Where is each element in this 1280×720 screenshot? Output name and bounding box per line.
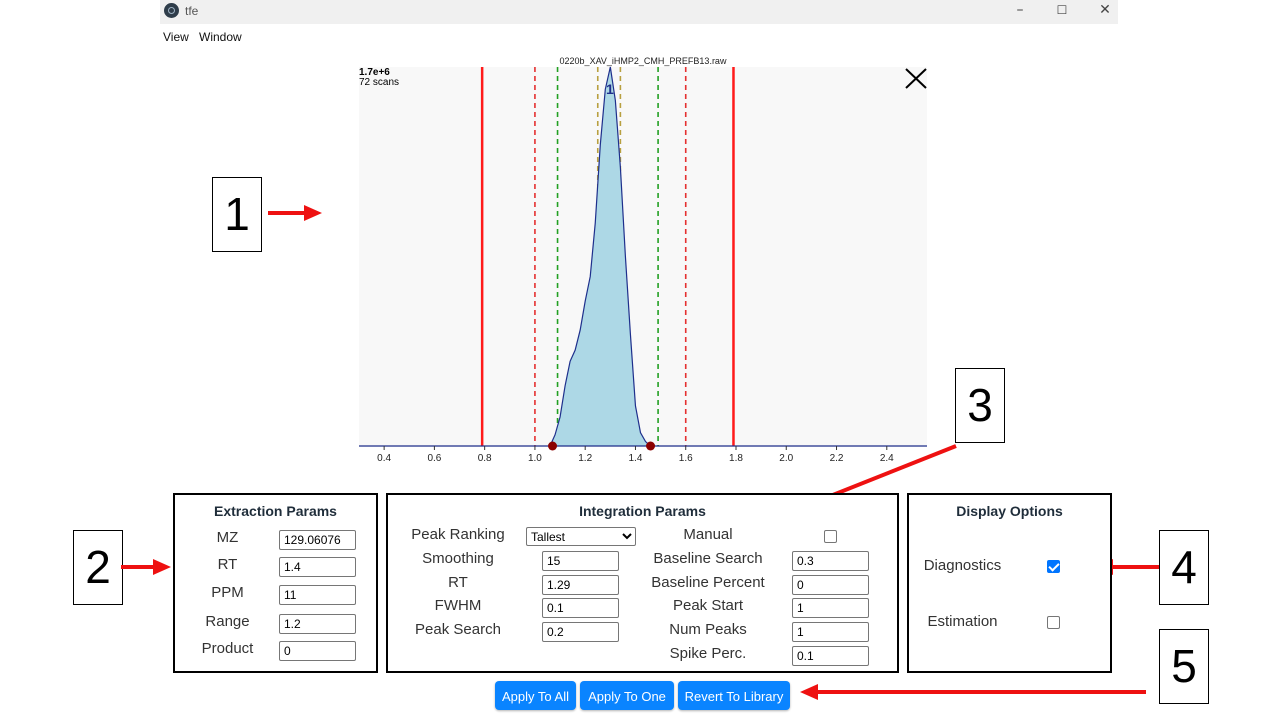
close-icon[interactable]: [900, 66, 930, 92]
baseline-percent-input[interactable]: [792, 575, 869, 595]
integration-rt-label: RT: [448, 574, 468, 591]
callout-3: 3: [955, 368, 1005, 443]
peak-boundary-marker: [548, 441, 558, 451]
fwhm-label: FWHM: [434, 597, 482, 614]
peak-start-input[interactable]: [792, 598, 869, 618]
range-input[interactable]: [279, 614, 356, 634]
peak-start-label: Peak Start: [672, 597, 744, 614]
callout-5: 5: [1159, 629, 1209, 704]
apply-to-one-button[interactable]: Apply To One: [580, 681, 674, 710]
arrow-icon: [268, 205, 322, 221]
callout-1: 1: [212, 177, 262, 252]
integration-params-title: Integration Params: [579, 503, 706, 519]
spike-perc-label: Spike Perc.: [669, 645, 747, 662]
peak-number-label: 1: [606, 81, 614, 97]
display-options-panel: Display Options Diagnostics Estimation: [907, 493, 1112, 673]
mz-label: MZ: [216, 529, 239, 546]
display-options-title: Display Options: [956, 503, 1063, 519]
num-peaks-label: Num Peaks: [669, 621, 747, 638]
mz-input[interactable]: [279, 530, 356, 550]
spike-perc-input[interactable]: [792, 646, 869, 666]
smoothing-input[interactable]: [542, 551, 619, 571]
peak-ranking-select[interactable]: Tallest: [526, 527, 636, 546]
fwhm-input[interactable]: [542, 598, 619, 618]
x-tick-label: 1.2: [578, 453, 592, 464]
smoothing-label: Smoothing: [422, 550, 494, 567]
product-input[interactable]: [279, 641, 356, 661]
peak-ranking-label: Peak Ranking: [411, 526, 505, 543]
arrow-icon: [800, 684, 1146, 700]
scans-label: 72 scans: [359, 77, 399, 88]
estimation-label: Estimation: [927, 613, 998, 630]
x-tick-label: 1.0: [528, 453, 542, 464]
rt-label: RT: [217, 556, 238, 573]
chart-title: 0220b_XAV_iHMP2_CMH_PREFB13.raw: [559, 56, 727, 66]
arrow-icon: [121, 559, 171, 575]
peak-search-input[interactable]: [542, 622, 619, 642]
integration-params-panel: Integration Params Peak Ranking Tallest …: [386, 493, 899, 673]
estimation-checkbox[interactable]: [1047, 616, 1060, 629]
extraction-params-panel: Extraction Params MZ RT PPM Range Produc…: [173, 493, 378, 673]
x-tick-label: 0.4: [377, 453, 391, 464]
plot-background: [359, 67, 927, 447]
ppm-input[interactable]: [279, 585, 356, 605]
range-label: Range: [205, 613, 250, 630]
extraction-params-title: Extraction Params: [214, 503, 337, 519]
manual-checkbox[interactable]: [824, 530, 837, 543]
revert-to-library-button[interactable]: Revert To Library: [678, 681, 790, 710]
callout-2: 2: [73, 530, 123, 605]
baseline-search-label: Baseline Search: [653, 550, 763, 567]
baseline-percent-label: Baseline Percent: [651, 574, 765, 591]
x-tick-label: 1.4: [629, 453, 643, 464]
x-tick-label: 0.8: [478, 453, 492, 464]
peak-search-label: Peak Search: [415, 621, 501, 638]
peak-boundary-marker: [646, 441, 656, 451]
ppm-label: PPM: [211, 584, 244, 601]
apply-to-all-button[interactable]: Apply To All: [495, 681, 576, 710]
diagnostics-label: Diagnostics: [923, 557, 1002, 574]
x-tick-label: 1.8: [729, 453, 743, 464]
manual-label: Manual: [683, 526, 733, 543]
rt-input[interactable]: [279, 557, 356, 577]
callout-4: 4: [1159, 530, 1209, 605]
integration-rt-input[interactable]: [542, 575, 619, 595]
x-tick-label: 0.6: [427, 453, 441, 464]
x-tick-label: 1.6: [679, 453, 693, 464]
product-label: Product: [201, 640, 254, 657]
diagnostics-checkbox[interactable]: [1047, 560, 1060, 573]
baseline-search-input[interactable]: [792, 551, 869, 571]
num-peaks-input[interactable]: [792, 622, 869, 642]
